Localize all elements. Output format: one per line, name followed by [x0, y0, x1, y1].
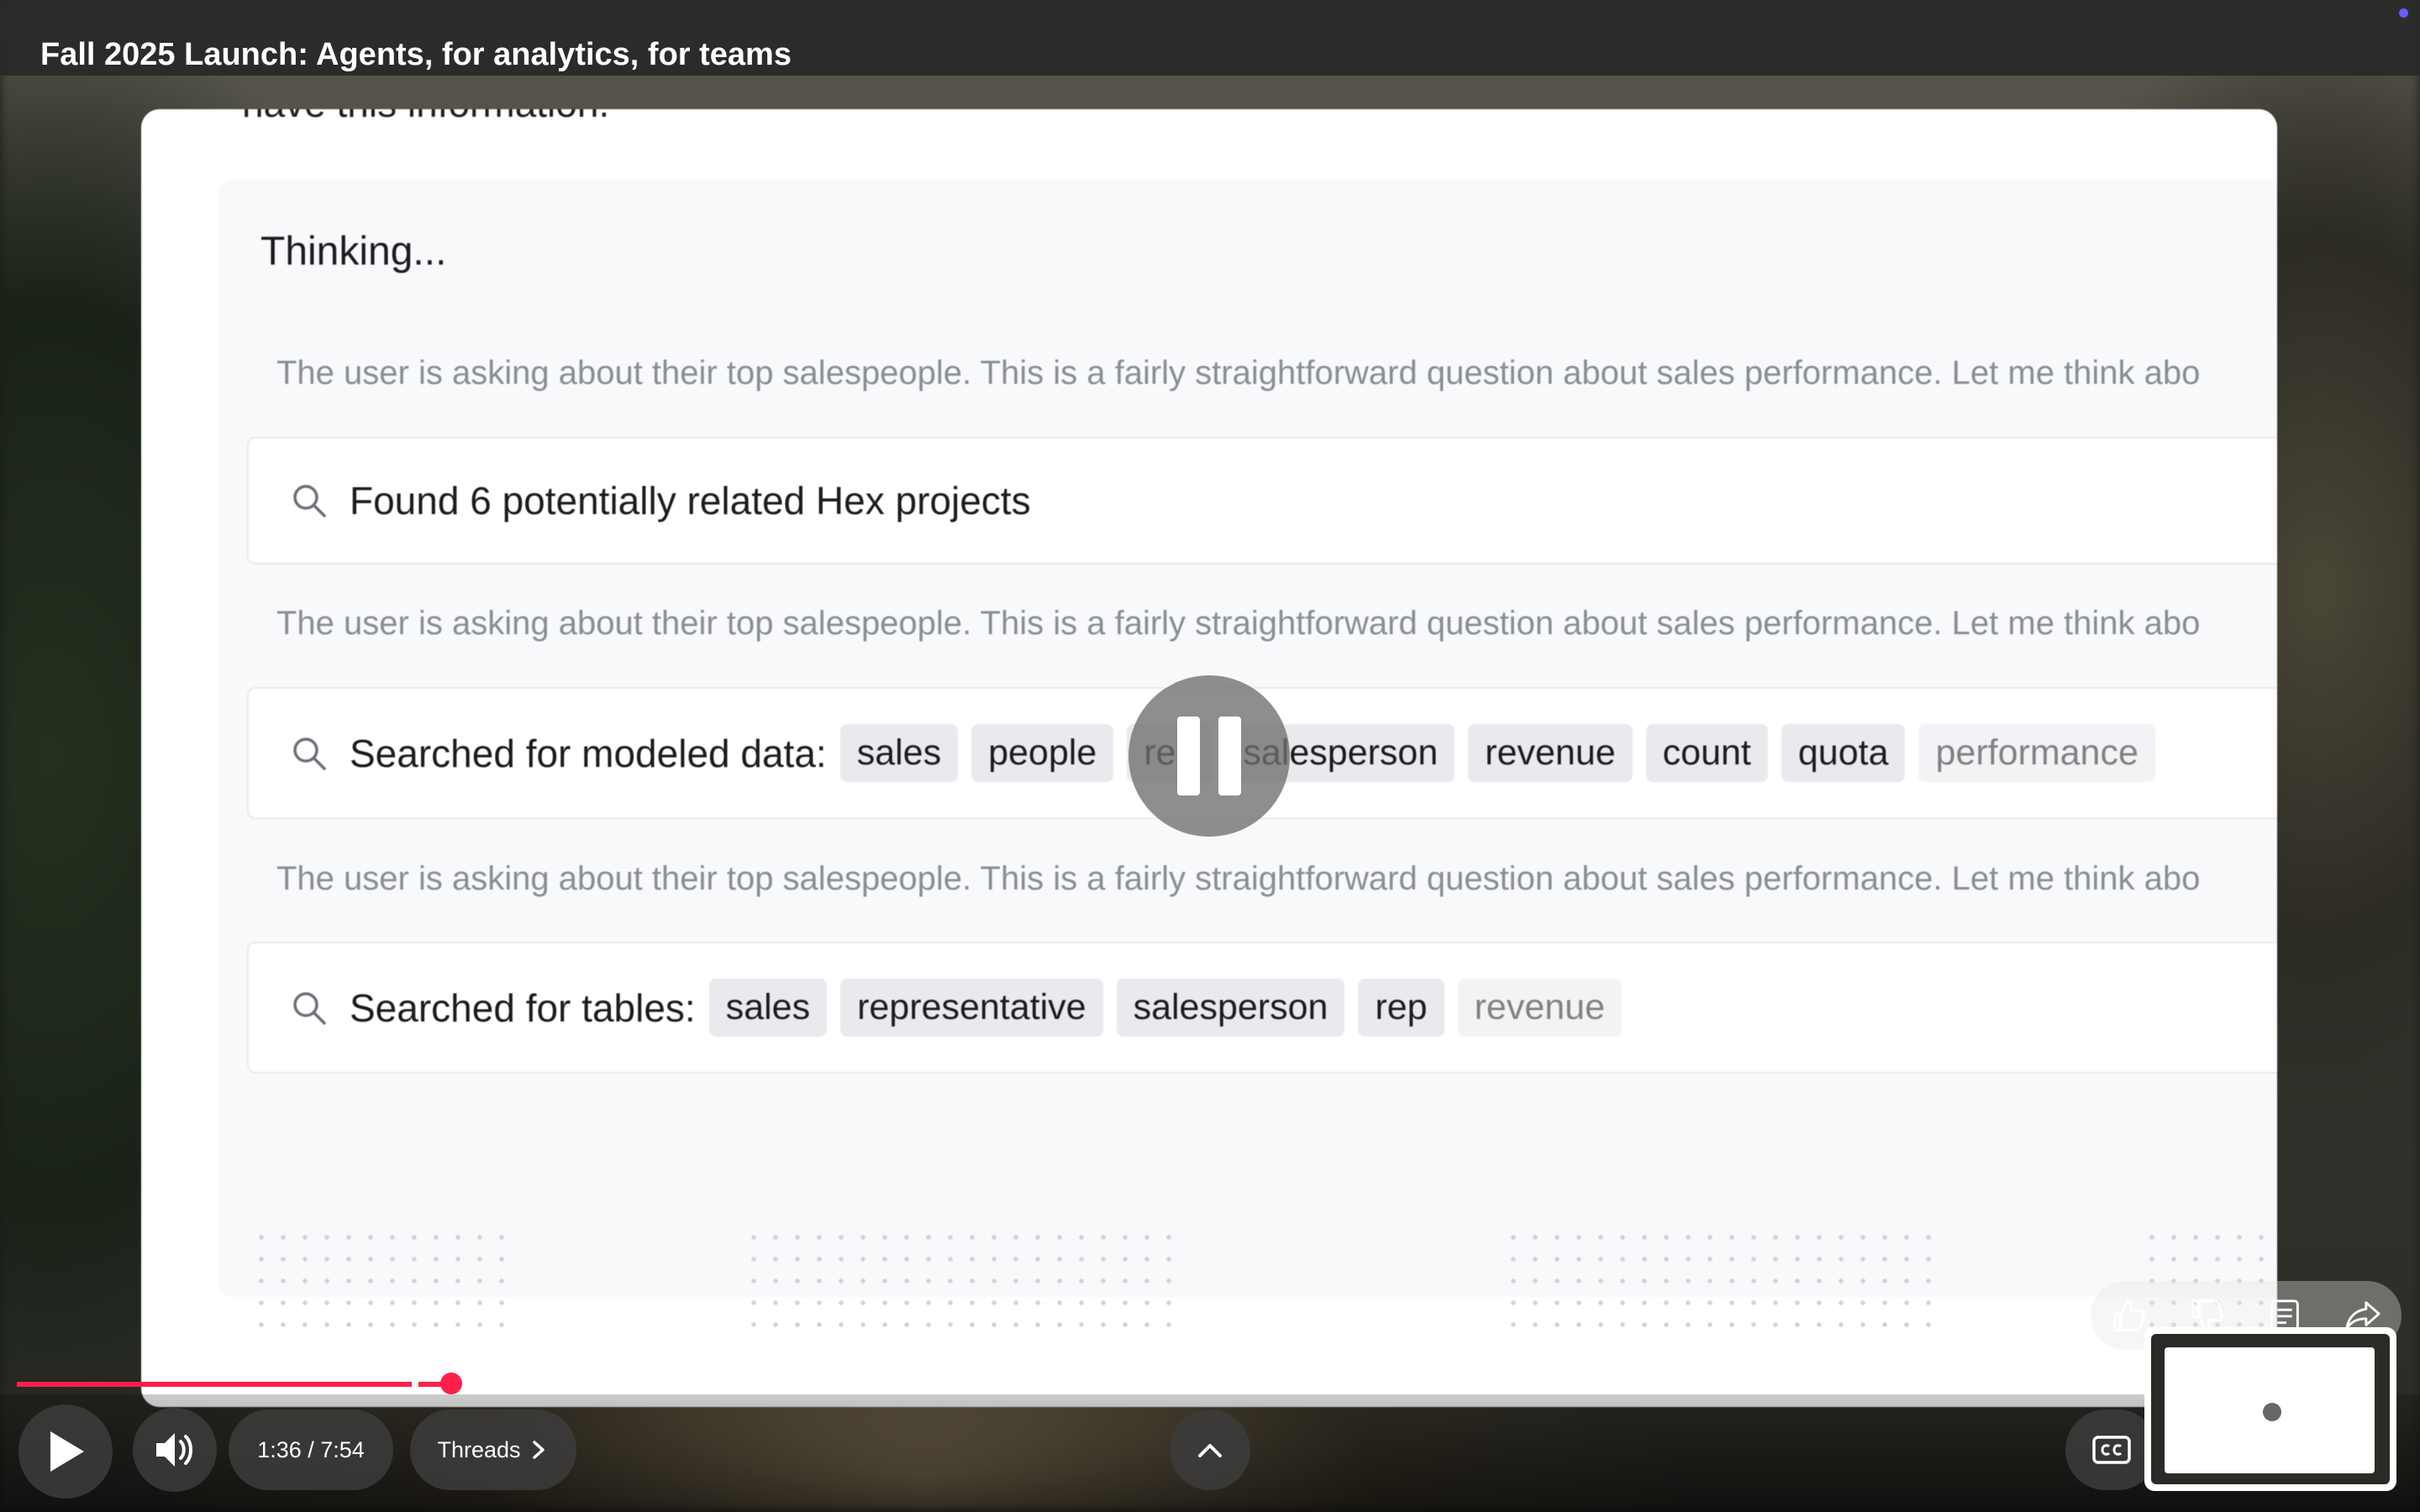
threads-label: Threads: [437, 1436, 521, 1462]
search-term-chips: sales representative salesperson rep rev…: [708, 979, 1623, 1037]
step-row-tables: Searched for tables: sales representativ…: [247, 942, 2277, 1074]
clipped-text-line: have this information.: [242, 109, 609, 126]
thought-text: The user is asking about their top sales…: [276, 860, 2201, 897]
chapter-segment: [1948, 1382, 2151, 1387]
pause-icon: [2263, 1403, 2281, 1421]
status-dot: [2399, 8, 2408, 18]
chapter-segment: [1237, 1382, 1583, 1387]
chapter-segment: [1590, 1382, 1941, 1387]
loading-dots-pattern: [1502, 1226, 1939, 1331]
search-icon: [293, 737, 326, 770]
thought-text: The user is asking about their top sales…: [276, 605, 2201, 642]
thinking-status: Thinking...: [260, 229, 447, 274]
search-term-chip: salesperson: [1116, 979, 1345, 1037]
search-term-chip: sales: [839, 724, 959, 782]
time-display: 1:36 / 7:54: [229, 1410, 393, 1490]
volume-icon: [156, 1433, 192, 1467]
video-title[interactable]: Fall 2025 Launch: Agents, for analytics,…: [40, 37, 792, 73]
time-readout: 1:36 / 7:54: [257, 1436, 365, 1462]
progress-bar[interactable]: [17, 1373, 2151, 1394]
search-term-chip: rep: [1358, 979, 1444, 1037]
search-term-chip: people: [971, 724, 1114, 782]
pause-icon: [1177, 717, 1200, 795]
loading-dots-pattern: [250, 1226, 519, 1331]
expand-button[interactable]: [1170, 1410, 1250, 1490]
chevron-right-icon: [532, 1441, 544, 1459]
thought-text: The user is asking about their top sales…: [276, 354, 2201, 391]
step-label: Searched for tables:: [350, 985, 696, 1030]
scrubber-handle[interactable]: [440, 1373, 462, 1394]
search-term-chip: revenue: [1457, 979, 1623, 1037]
play-icon: [50, 1431, 84, 1472]
title-bar: Fall 2025 Launch: Agents, for analytics,…: [0, 0, 2420, 76]
chevron-up-icon: [1198, 1444, 1222, 1457]
play-button[interactable]: [18, 1404, 113, 1499]
step-label: Found 6 potentially related Hex projects: [350, 479, 1031, 522]
search-term-chip: quota: [1781, 724, 1906, 782]
progress-played: [17, 1382, 412, 1387]
search-term-chip: performance: [1918, 724, 2155, 782]
miniplayer-thumbnail[interactable]: [2144, 1327, 2396, 1491]
search-icon: [293, 991, 326, 1025]
chapter-segment: [418, 1382, 1230, 1387]
search-term-chips: sales people rep salesperson revenue cou…: [839, 724, 2155, 782]
step-row-projects: Found 6 potentially related Hex projects: [247, 437, 2277, 564]
thumbs-up-icon[interactable]: [2110, 1296, 2149, 1335]
pause-icon: [1218, 717, 1241, 795]
search-term-chip: count: [1645, 724, 1768, 782]
step-label: Searched for modeled data:: [350, 731, 827, 775]
search-term-chip: representative: [840, 979, 1103, 1037]
volume-button[interactable]: [133, 1408, 217, 1492]
threads-button[interactable]: Threads: [410, 1410, 576, 1490]
search-term-chip: revenue: [1468, 724, 1633, 782]
player-control-bar: 1:36 / 7:54 Threads: [0, 1394, 2420, 1512]
pause-overlay-button[interactable]: [1128, 675, 1290, 837]
search-term-chip: sales: [708, 979, 828, 1037]
search-icon: [293, 485, 326, 517]
closed-captions-icon: [2092, 1436, 2131, 1464]
loading-dots-pattern: [743, 1226, 1180, 1331]
